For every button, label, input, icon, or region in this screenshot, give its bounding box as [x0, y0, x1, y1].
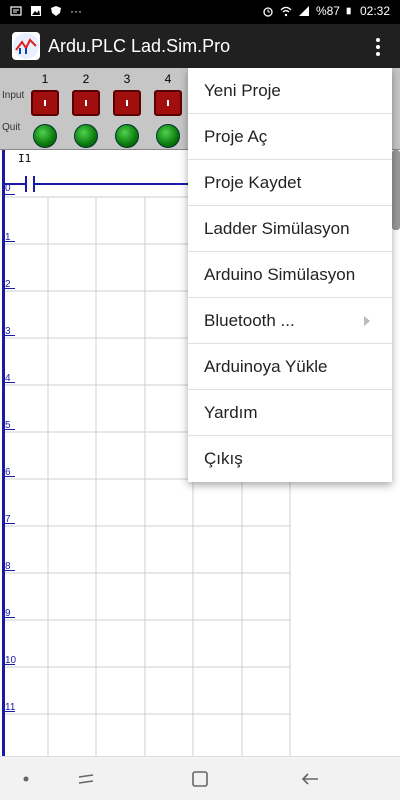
rung-tick — [5, 335, 15, 336]
status-bar: ··· %87 02:32 — [0, 0, 400, 24]
menu-item-label: Proje Kaydet — [204, 172, 302, 192]
shield-icon — [51, 6, 61, 16]
wifi-icon — [280, 6, 292, 17]
overflow-menu: Yeni Proje Proje Aç Proje Kaydet Ladder … — [188, 68, 392, 482]
input-row-label: Input — [2, 90, 25, 101]
input-switch-2[interactable] — [72, 90, 100, 116]
output-led-3 — [115, 124, 139, 148]
menu-item-label: Proje Aç — [204, 126, 268, 146]
menu-item-label: Yardım — [204, 402, 258, 422]
submenu-arrow-icon — [364, 316, 370, 326]
rung-tick — [5, 194, 15, 195]
home-icon[interactable] — [188, 767, 212, 791]
menu-item-bluetooth[interactable]: Bluetooth ... — [188, 298, 392, 344]
output-led-2 — [74, 124, 98, 148]
output-row-label: Quit — [2, 122, 21, 133]
column-number: 1 — [41, 72, 49, 86]
signal-icon — [298, 6, 309, 16]
menu-item-label: Arduino Simülasyon — [204, 264, 356, 284]
more-notifications: ··· — [70, 4, 82, 18]
message-icon — [10, 6, 22, 16]
menu-item-label: Yeni Proje — [204, 80, 281, 100]
app-title: Ardu.PLC Lad.Sim.Pro — [48, 36, 231, 56]
menu-item-help[interactable]: Yardım — [188, 390, 392, 436]
input-switch-1[interactable] — [31, 90, 59, 116]
rung-tick — [5, 241, 15, 242]
gallery-icon — [31, 6, 41, 16]
input-switch-3[interactable] — [113, 90, 141, 116]
menu-item-ladder-simulation[interactable]: Ladder Simülasyon — [188, 206, 392, 252]
rung-tick — [5, 288, 15, 289]
menu-item-upload-arduino[interactable]: Arduinoya Yükle — [188, 344, 392, 390]
back-icon[interactable] — [298, 767, 322, 791]
alarm-icon — [263, 7, 273, 17]
rung-tick — [5, 476, 15, 477]
navigation-bar — [0, 756, 400, 800]
menu-item-label: Ladder Simülasyon — [204, 218, 350, 238]
recent-apps-icon[interactable] — [74, 767, 98, 791]
rung-tick — [5, 711, 15, 712]
rung-tick — [5, 523, 15, 524]
rung-tick — [5, 570, 15, 571]
vertical-scrollbar[interactable] — [392, 150, 400, 230]
column-number: 2 — [82, 72, 90, 86]
column-number: 3 — [123, 72, 131, 86]
rung-tick — [5, 382, 15, 383]
menu-item-label: Bluetooth ... — [204, 310, 295, 330]
input-switch-4[interactable] — [154, 90, 182, 116]
rung-tick — [5, 429, 15, 430]
menu-item-new-project[interactable]: Yeni Proje — [188, 68, 392, 114]
rung-tick — [5, 664, 15, 665]
battery-icon — [346, 7, 351, 15]
rung-number: 0 — [5, 183, 11, 194]
contact-label: I1 — [18, 152, 32, 165]
menu-item-open-project[interactable]: Proje Aç — [188, 114, 392, 160]
overflow-menu-button[interactable] — [370, 36, 386, 58]
output-led-4 — [156, 124, 180, 148]
menu-item-exit[interactable]: Çıkış — [188, 436, 392, 482]
menu-item-save-project[interactable]: Proje Kaydet — [188, 160, 392, 206]
rung-tick — [5, 617, 15, 618]
menu-item-label: Arduinoya Yükle — [204, 356, 328, 376]
output-led-1 — [33, 124, 57, 148]
menu-item-label: Çıkış — [204, 449, 243, 468]
clock: 02:32 — [359, 4, 390, 18]
column-number: 4 — [164, 72, 172, 86]
app-bar: Ardu.PLC Lad.Sim.Pro — [0, 24, 400, 68]
nav-dot-icon[interactable] — [14, 767, 38, 791]
app-logo-icon — [12, 32, 40, 60]
battery-level: %87 — [315, 4, 340, 18]
menu-item-arduino-simulation[interactable]: Arduino Simülasyon — [188, 252, 392, 298]
